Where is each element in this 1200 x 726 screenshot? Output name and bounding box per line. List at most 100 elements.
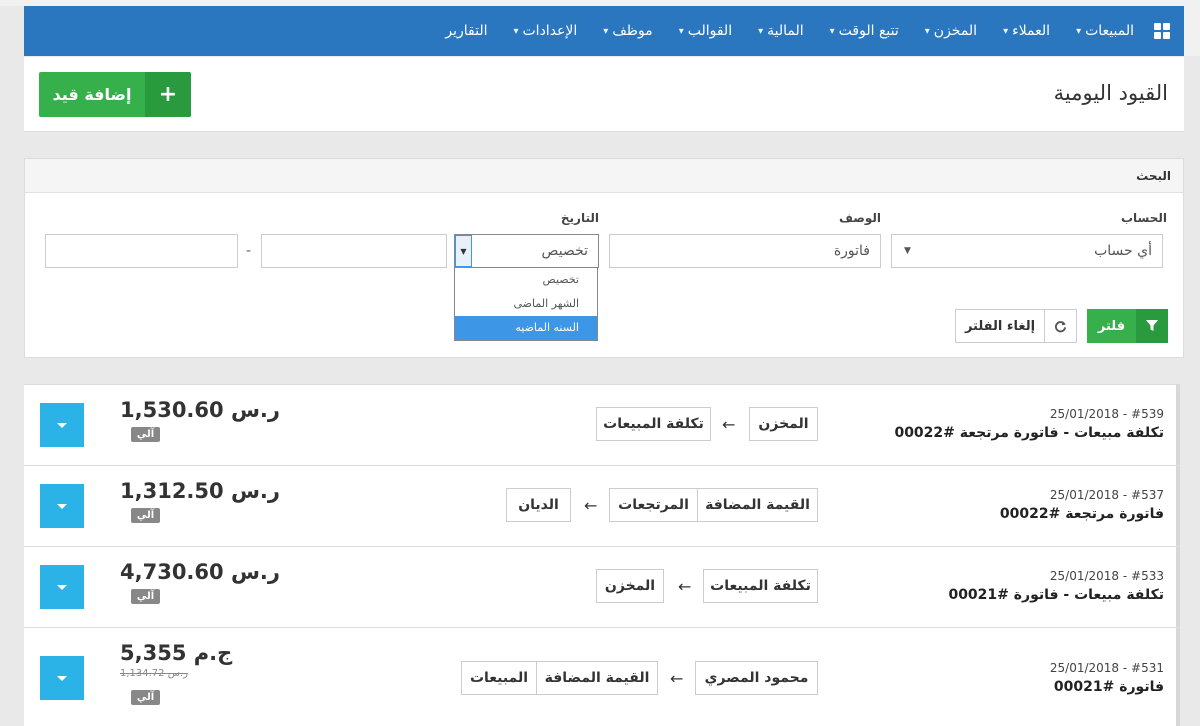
filter-button[interactable]: فلتر (1087, 309, 1168, 343)
converted-amount: 1,134.72 ر.س (120, 668, 188, 679)
entry-number: #531 (1131, 661, 1164, 675)
journal-entry-row[interactable]: #531 - 25/01/2018 فاتورة #00021 محمود ال… (24, 628, 1180, 726)
page-title: القيود اليومية (1053, 81, 1168, 105)
journal-entry-row[interactable]: #537 - 25/01/2018 فاتورة مرتجعة #00022 ا… (24, 466, 1180, 547)
entry-meta: #539 - 25/01/2018 (1049, 407, 1164, 421)
auto-badge: آلي (131, 427, 160, 442)
arrow-left-icon: ← (722, 415, 736, 434)
account-chip[interactable]: المرتجعات (609, 488, 698, 522)
refresh-icon (1044, 310, 1076, 342)
entry-title: فاتورة مرتجعة #00022 (999, 506, 1164, 522)
nav-label: المبيعات (1085, 23, 1134, 39)
account-chip[interactable]: محمود المصري (695, 661, 818, 695)
description-input[interactable]: فاتورة (609, 234, 881, 268)
nav-label: المخزن (933, 23, 978, 39)
account-chip[interactable]: المخزن (749, 407, 818, 441)
chevron-down-icon[interactable]: ▼ (455, 235, 472, 267)
account-select[interactable]: أي حساب ▼ (891, 234, 1163, 268)
grid-icon[interactable] (1152, 23, 1170, 39)
caret-down-icon (57, 675, 67, 681)
entry-number: #533 (1131, 569, 1164, 583)
nav-label: التقارير (445, 23, 488, 39)
entry-title: فاتورة #00021 (1053, 679, 1164, 695)
chevron-down-icon: ▾ (924, 25, 930, 37)
account-label: الحساب (1120, 211, 1167, 225)
caret-down-icon (57, 422, 67, 428)
entry-number: #539 (1131, 407, 1164, 421)
date-range-select[interactable]: تخصيص (454, 234, 599, 268)
nav-settings[interactable]: الإعدادات ▾ (513, 23, 577, 39)
entry-meta: #533 - 25/01/2018 (1049, 569, 1164, 583)
date-option-selected[interactable]: السنه الماضيه (455, 316, 597, 340)
chevron-down-icon: ▾ (829, 25, 835, 37)
arrow-left-icon: ← (584, 496, 598, 515)
nav-label: العملاء (1012, 23, 1051, 39)
account-chip[interactable]: القيمة المضافة (536, 661, 658, 695)
entry-amount: 4,730.60 ر.س (120, 560, 280, 584)
nav-finance[interactable]: المالية ▾ (758, 23, 804, 39)
account-chip[interactable]: المبيعات (461, 661, 537, 695)
date-option[interactable]: الشهر الماضى (455, 292, 597, 316)
date-label: التاريخ (560, 211, 599, 225)
journal-entries-list: #539 - 25/01/2018 تكلفة مبيعات - فاتورة … (24, 384, 1180, 726)
entry-date: 25/01/2018 (1049, 569, 1120, 583)
date-range-value: تخصيص (541, 243, 588, 259)
chevron-down-icon: ▾ (758, 25, 764, 37)
entry-meta: #531 - 25/01/2018 (1049, 661, 1164, 675)
caret-down-icon (57, 584, 67, 590)
add-entry-button[interactable]: + إضافة قيد (39, 72, 191, 117)
plus-icon: + (145, 72, 191, 117)
account-chip[interactable]: الديان (506, 488, 571, 522)
account-chip[interactable]: المخزن (596, 569, 664, 603)
account-chip[interactable]: تكلفة المبيعات (596, 407, 711, 441)
date-range-dropdown: تخصيص الشهر الماضى السنه الماضيه (454, 267, 598, 341)
actions-dropdown-button[interactable] (40, 565, 84, 609)
entry-amount: 1,312.50 ر.س (120, 479, 280, 503)
date-option[interactable]: تخصيص (455, 268, 597, 292)
date-from-input[interactable] (45, 234, 238, 268)
nav-sales[interactable]: المبيعات ▾ (1076, 23, 1134, 39)
range-separator: - (246, 243, 252, 259)
reset-filter-button[interactable]: إلغاء الفلتر (955, 309, 1077, 343)
chevron-down-icon: ▾ (603, 25, 609, 37)
arrow-left-icon: ← (670, 669, 684, 688)
nav-templates[interactable]: القوالب ▾ (679, 23, 732, 39)
chevron-down-icon: ▾ (678, 25, 684, 37)
entry-date: 25/01/2018 (1049, 488, 1120, 502)
auto-badge: آلي (131, 508, 160, 523)
account-chip[interactable]: تكلفة المبيعات (703, 569, 818, 603)
auto-badge: آلي (131, 589, 160, 604)
account-chip[interactable]: القيمة المضافة (697, 488, 818, 522)
chevron-down-icon: ▾ (1003, 25, 1009, 37)
nav-label: المالية (767, 23, 804, 39)
reset-filter-label: إلغاء الفلتر (964, 318, 1036, 334)
journal-entry-row[interactable]: #533 - 25/01/2018 تكلفة مبيعات - فاتورة … (24, 547, 1180, 628)
entry-title: تكلفة مبيعات - فاتورة مرتجعة #00022 (894, 425, 1164, 441)
date-to-input[interactable] (261, 234, 447, 268)
funnel-icon (1136, 309, 1168, 343)
journal-entry-row[interactable]: #539 - 25/01/2018 تكلفة مبيعات - فاتورة … (24, 385, 1180, 466)
nav-label: تتبع الوقت (838, 23, 899, 39)
actions-dropdown-button[interactable] (40, 484, 84, 528)
account-select-value: أي حساب (1094, 243, 1152, 259)
entry-date: 25/01/2018 (1049, 661, 1120, 675)
actions-dropdown-button[interactable] (40, 656, 84, 700)
auto-badge: آلي (131, 690, 160, 705)
nav-clients[interactable]: العملاء ▾ (1003, 23, 1050, 39)
entry-amount: 5,355 ج.م (120, 641, 233, 665)
nav-inventory[interactable]: المخزن ▾ (925, 23, 977, 39)
caret-down-icon (57, 503, 67, 509)
description-label: الوصف (838, 211, 881, 225)
entry-date: 25/01/2018 (1049, 407, 1120, 421)
chevron-down-icon: ▼ (904, 246, 911, 256)
actions-dropdown-button[interactable] (40, 403, 84, 447)
nav-time-tracking[interactable]: تتبع الوقت ▾ (830, 23, 899, 39)
nav-employee[interactable]: موظف ▾ (603, 23, 652, 39)
chevron-down-icon: ▾ (1076, 25, 1082, 37)
entry-title: تكلفة مبيعات - فاتورة #00021 (948, 587, 1164, 603)
entry-number: #537 (1131, 488, 1164, 502)
nav-reports[interactable]: التقارير (445, 23, 487, 39)
entry-meta: #537 - 25/01/2018 (1049, 488, 1164, 502)
page-header: القيود اليومية + إضافة قيد (24, 57, 1184, 132)
entry-amount: 1,530.60 ر.س (120, 398, 280, 422)
